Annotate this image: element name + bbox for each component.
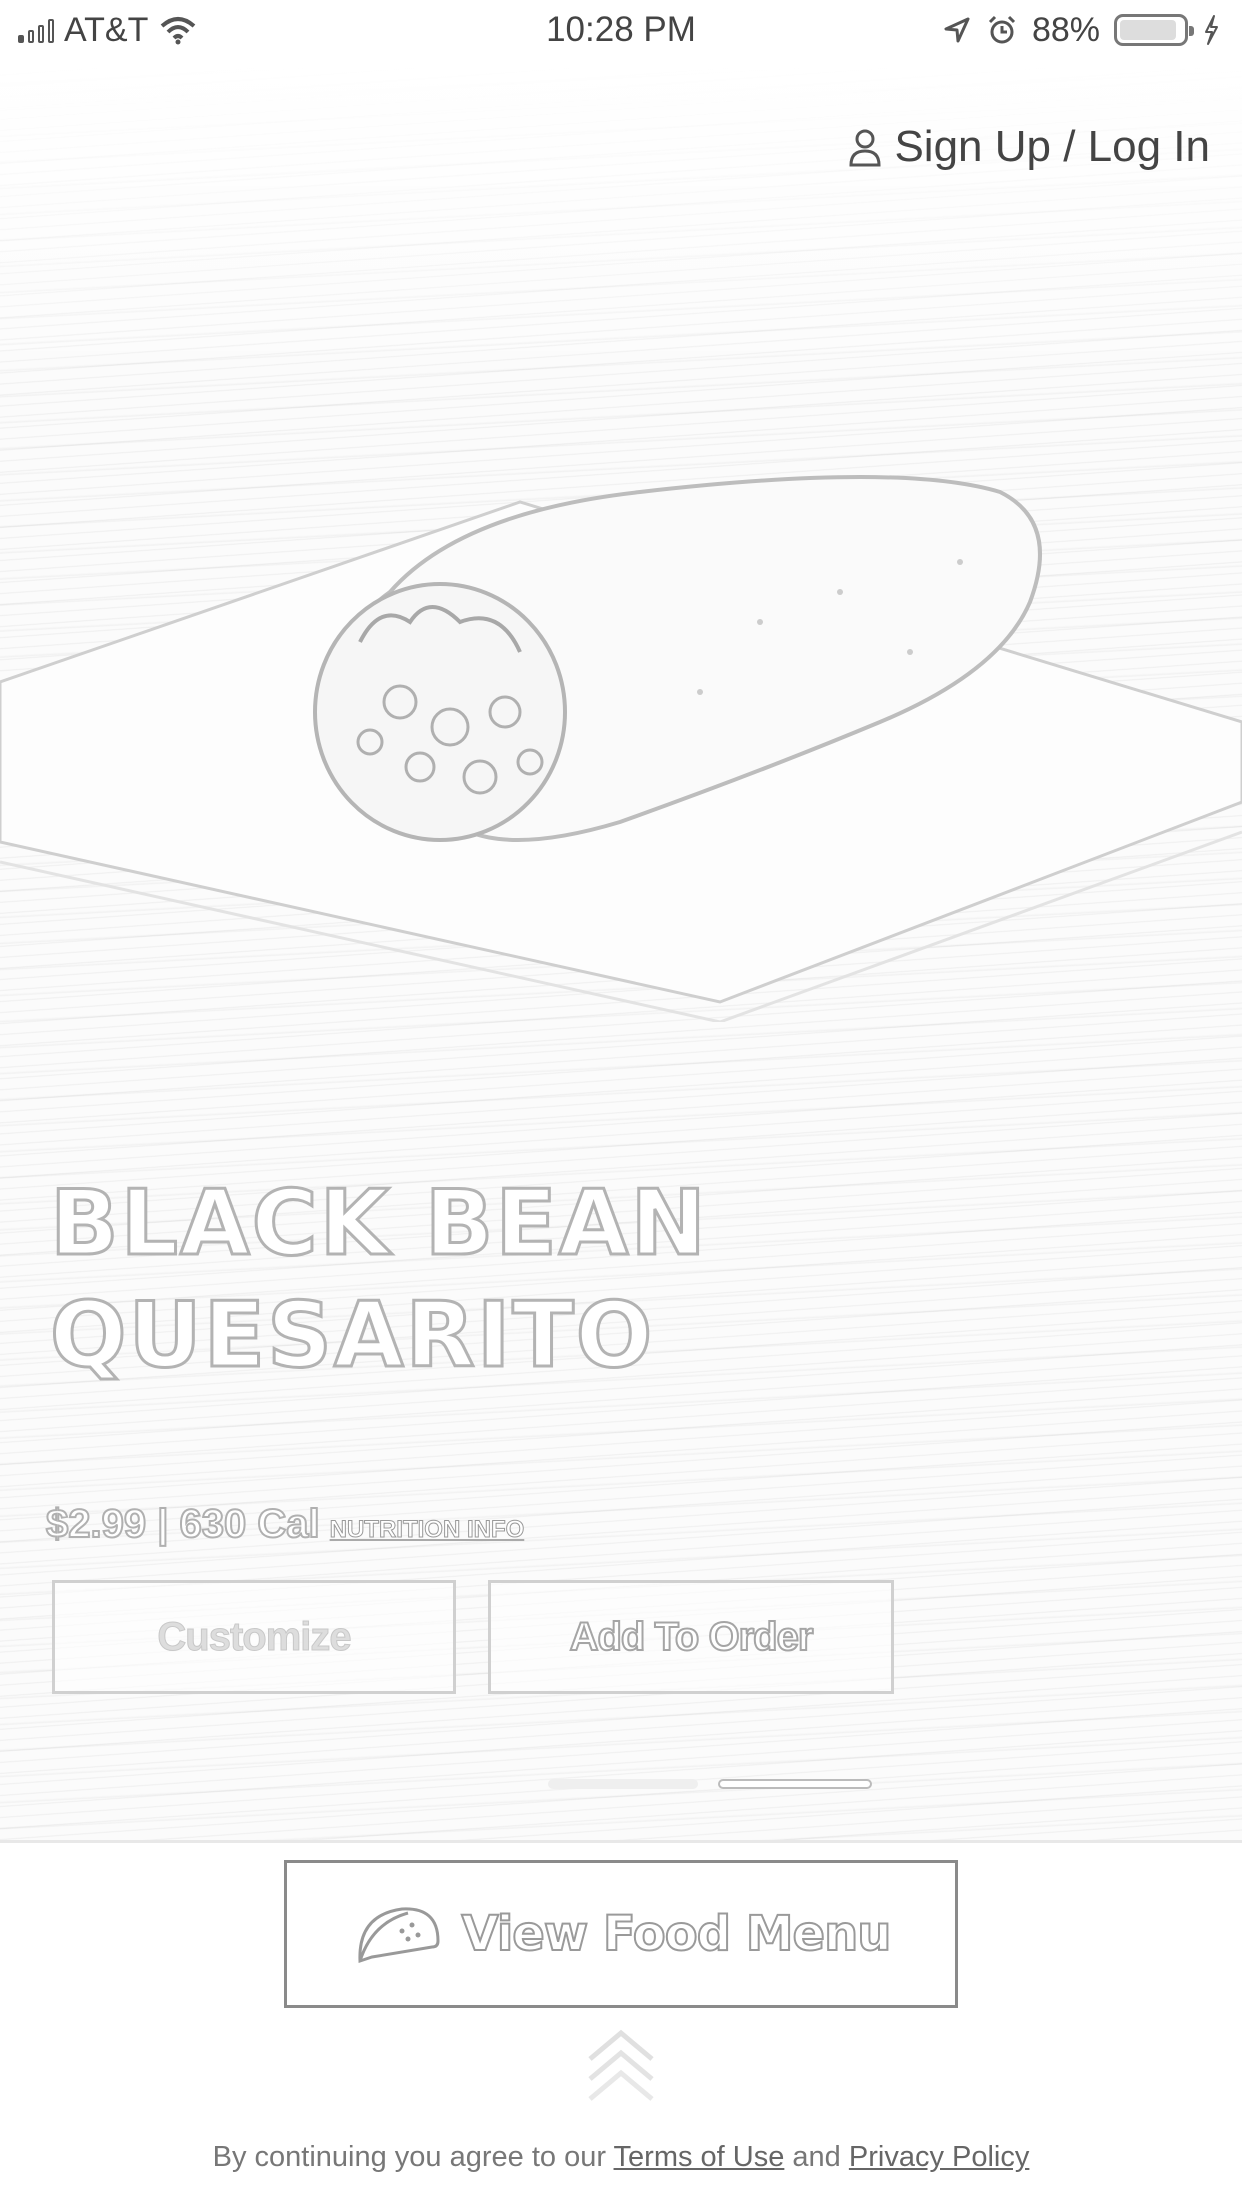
view-food-menu-label: View Food Menu bbox=[461, 1905, 893, 1963]
chevron-up-icon[interactable] bbox=[586, 2027, 656, 2105]
alarm-icon bbox=[988, 15, 1015, 44]
privacy-policy-link[interactable]: Privacy Policy bbox=[849, 2141, 1030, 2173]
signin-label: Sign Up / Log In bbox=[894, 122, 1210, 171]
hero-section: Sign Up / Log In BLACK BEAN QUESARITO $2… bbox=[0, 62, 1242, 1840]
location-icon bbox=[944, 17, 970, 43]
battery-icon bbox=[1114, 14, 1194, 46]
battery-percent: 88% bbox=[1031, 10, 1100, 49]
status-right: 88% bbox=[942, 8, 1220, 52]
price-row: $2.99 | 630 Cal NUTRITION INFO bbox=[45, 1501, 525, 1547]
terms-of-use-link[interactable]: Terms of Use bbox=[614, 2141, 785, 2173]
carousel-pager bbox=[0, 1779, 1242, 1791]
signin-link[interactable]: Sign Up / Log In bbox=[848, 122, 1210, 172]
pager-indicator-1[interactable] bbox=[548, 1779, 698, 1789]
nutrition-info-link[interactable]: NUTRITION INFO bbox=[329, 1516, 525, 1544]
view-food-menu-button[interactable]: View Food Menu bbox=[284, 1860, 958, 2008]
charging-icon bbox=[1205, 15, 1218, 45]
add-to-order-button[interactable]: Add To Order bbox=[488, 1580, 894, 1694]
legal-and: and bbox=[792, 2141, 841, 2173]
taco-icon bbox=[358, 1907, 440, 1964]
product-title: BLACK BEAN QUESARITO bbox=[49, 1170, 708, 1390]
user-icon bbox=[849, 129, 881, 167]
legal-prefix: By continuing you agree to our bbox=[212, 2141, 606, 2173]
price-calories: $2.99 | 630 Cal bbox=[45, 1501, 321, 1547]
burrito-photo bbox=[0, 475, 1242, 1022]
status-bar: AT&T 10:28 PM 88% bbox=[0, 0, 1242, 62]
customize-button[interactable]: Customize bbox=[52, 1580, 456, 1694]
bottom-section: View Food Menu By continuing you agree t… bbox=[0, 1840, 1242, 2208]
pager-indicator-2[interactable] bbox=[718, 1779, 872, 1789]
legal-text: By continuing you agree to our Terms of … bbox=[0, 2141, 1242, 2174]
